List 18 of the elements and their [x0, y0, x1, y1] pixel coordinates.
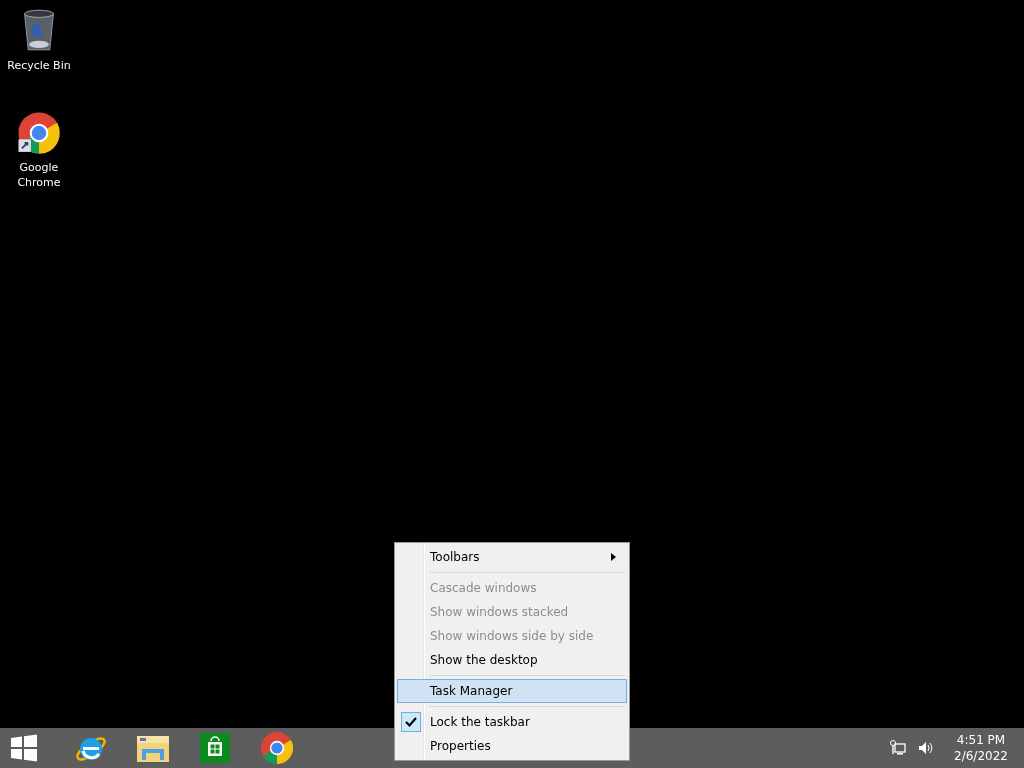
desktop-shortcut[interactable]: Recycle Bin: [1, 6, 77, 104]
desktop-shortcut[interactable]: Google Chrome: [1, 110, 77, 208]
menu-item[interactable]: Toolbars: [397, 545, 627, 569]
submenu-arrow-icon: [611, 553, 616, 561]
clock[interactable]: 4:51 PM 2/6/2022: [946, 732, 1016, 764]
shopping-bag-icon[interactable]: [200, 733, 230, 763]
recycle-bin-icon[interactable]: [21, 8, 57, 52]
speaker-icon[interactable]: [918, 740, 934, 756]
menu-item[interactable]: Properties: [397, 734, 627, 758]
folder-icon[interactable]: [136, 733, 170, 763]
chrome-icon[interactable]: [18, 112, 60, 154]
start-button[interactable]: [10, 734, 38, 762]
menu-item[interactable]: Lock the taskbar: [397, 710, 627, 734]
chrome-icon[interactable]: [261, 732, 293, 764]
menu-item[interactable]: Task Manager: [397, 679, 627, 703]
checkmark-icon: [401, 712, 421, 732]
network-icon[interactable]: [890, 740, 906, 756]
menu-item[interactable]: Show the desktop: [397, 648, 627, 672]
